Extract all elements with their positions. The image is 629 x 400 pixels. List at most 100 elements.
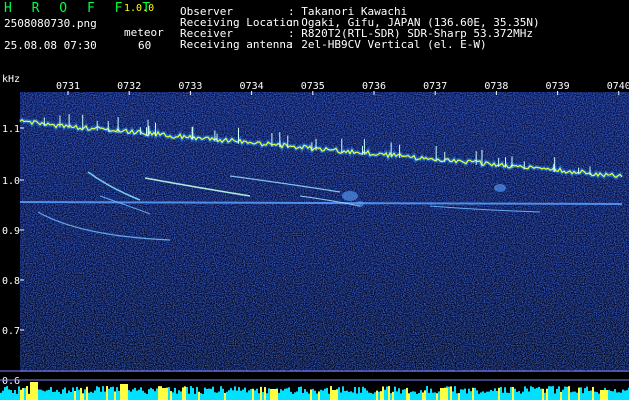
signal-level-bar	[468, 388, 470, 400]
signal-level-bar	[486, 391, 488, 400]
signal-level-bar	[250, 388, 252, 400]
signal-level-bar	[534, 388, 536, 400]
signal-level-bar	[58, 391, 60, 400]
signal-level-burst-7	[600, 390, 608, 400]
signal-level-bar	[202, 393, 204, 400]
signal-level-bar	[562, 389, 564, 400]
signal-level-bar	[478, 393, 480, 400]
signal-level-bar	[112, 386, 114, 400]
signal-level-bar	[402, 389, 404, 400]
signal-level-bar	[284, 388, 286, 400]
signal-level-bar	[396, 391, 398, 400]
signal-level-bar	[422, 392, 424, 400]
signal-level-bar	[224, 392, 226, 400]
signal-level-bar	[398, 388, 400, 400]
signal-level-bar	[370, 392, 372, 400]
signal-level-bar	[408, 393, 410, 400]
signal-level-bar	[400, 393, 402, 400]
signal-level-bar	[350, 391, 352, 400]
signal-level-bar	[218, 391, 220, 400]
signal-level-bar	[510, 386, 512, 400]
signal-level-bar	[168, 387, 170, 400]
spectrogram: 0731 0732 0733 0734 0735 0736 0737 0738 0739 0740…	[0, 81, 629, 400]
signal-level-bar	[390, 393, 392, 400]
signal-level-bar	[450, 386, 452, 400]
signal-level-bar	[298, 387, 300, 400]
signal-level-bar	[316, 393, 318, 400]
signal-level-bar	[594, 391, 596, 400]
time-tick-0740: 0740	[607, 81, 629, 92]
signal-level-bar	[136, 390, 138, 400]
signal-level-bar	[404, 389, 406, 400]
signal-level-bar	[256, 388, 258, 400]
signal-level-bar	[56, 389, 58, 400]
meteor-echo-burst-3	[356, 201, 364, 207]
signal-level-bar	[436, 393, 438, 400]
signal-level-bar	[2, 390, 4, 400]
signal-level-bar	[12, 392, 14, 400]
signal-level-bar	[158, 386, 160, 400]
signal-level-bar	[568, 386, 570, 400]
signal-level-bar	[134, 387, 136, 400]
signal-level-bar	[338, 387, 340, 400]
signal-level-bar	[424, 390, 426, 400]
signal-level-bar	[536, 387, 538, 400]
signal-level-burst-2	[120, 384, 128, 400]
signal-level-bar	[616, 392, 618, 400]
signal-level-bar	[266, 393, 268, 400]
spectrogram-noise	[20, 92, 629, 372]
signal-level-bar	[538, 386, 540, 400]
signal-level-bar	[220, 386, 222, 400]
time-tick-0737: 0737	[423, 81, 447, 92]
signal-level-bar	[376, 390, 378, 400]
signal-level-bar	[434, 392, 436, 400]
freq-tick-0-6: 0.6	[2, 376, 20, 387]
signal-level-bar	[528, 391, 530, 400]
signal-level-bar	[588, 391, 590, 400]
signal-level-bar	[344, 391, 346, 400]
signal-level-bar	[208, 388, 210, 400]
signal-level-bar	[150, 387, 152, 400]
signal-level-bar	[144, 392, 146, 400]
signal-level-bar	[560, 391, 562, 400]
signal-level-bar	[520, 393, 522, 400]
signal-level-bar	[46, 390, 48, 400]
signal-level-burst-3	[160, 388, 168, 400]
signal-level-bar	[496, 390, 498, 400]
signal-level-bar	[262, 392, 264, 400]
signal-level-bar	[246, 392, 248, 400]
signal-level-bar	[8, 389, 10, 400]
freq-tick-0-8: 0.8	[2, 276, 20, 287]
signal-level-bar	[28, 393, 30, 400]
signal-level-bar	[354, 386, 356, 400]
signal-level-bar	[432, 392, 434, 400]
signal-level-bar	[458, 393, 460, 400]
signal-level-bar	[328, 393, 330, 400]
signal-level-bar	[116, 387, 118, 400]
signal-level-bar	[22, 388, 24, 400]
signal-level-bar	[406, 387, 408, 400]
signal-level-bar	[80, 387, 82, 400]
signal-level-bar	[100, 391, 102, 400]
signal-level-bar	[130, 391, 132, 400]
signal-level-bar	[194, 393, 196, 400]
signal-level-bar	[222, 388, 224, 400]
signal-level-bar	[466, 393, 468, 400]
signal-level-bar	[64, 387, 66, 400]
signal-level-bar	[20, 389, 22, 400]
signal-level-bar	[248, 390, 250, 400]
signal-level-bar	[452, 391, 454, 400]
signal-level-bar	[462, 389, 464, 400]
time-tick-0731: 0731	[56, 81, 80, 92]
signal-level-bar	[238, 387, 240, 400]
signal-level-bar	[104, 391, 106, 400]
signal-level-bar	[584, 388, 586, 400]
signal-level-bar	[364, 388, 366, 400]
signal-level-bar	[0, 392, 2, 400]
signal-level-bar	[530, 386, 532, 400]
signal-level-bar	[140, 387, 142, 400]
signal-level-bar	[418, 393, 420, 400]
signal-level-bar	[54, 391, 56, 400]
signal-level-bar	[448, 386, 450, 400]
signal-level-bar	[230, 388, 232, 400]
